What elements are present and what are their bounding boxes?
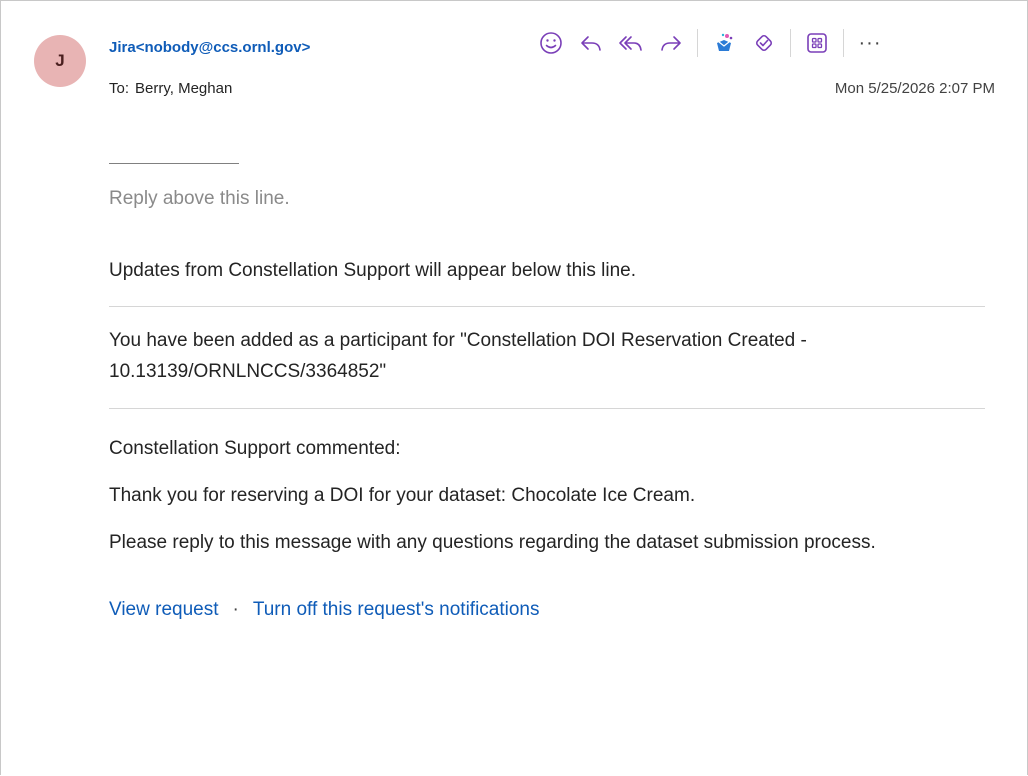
reply-separator-line xyxy=(109,163,239,164)
forward-icon xyxy=(661,36,681,51)
copilot-icon xyxy=(717,33,733,51)
turn-off-notifications-link[interactable]: Turn off this request's notifications xyxy=(253,599,540,620)
more-actions-button[interactable]: ··· xyxy=(850,23,890,63)
recipient-name[interactable]: Berry, Meghan xyxy=(135,80,232,97)
apps-button[interactable] xyxy=(797,23,837,63)
reply-all-button[interactable] xyxy=(611,23,651,63)
message-body: Reply above this line. Updates from Cons… xyxy=(109,141,985,621)
reply-button[interactable] xyxy=(571,23,611,63)
divider xyxy=(109,306,985,307)
sender-name[interactable]: Jira<nobody@ccs.ornl.gov> xyxy=(109,39,310,56)
commented-label: Constellation Support commented: xyxy=(109,438,401,459)
loop-icon xyxy=(755,34,773,52)
reply-icon xyxy=(581,36,601,51)
participant-message: You have been added as a participant for… xyxy=(109,330,807,382)
please-reply-message: Please reply to this message with any qu… xyxy=(109,532,876,553)
emoji-icon xyxy=(540,32,562,54)
message-toolbar: ··· xyxy=(531,23,890,63)
timestamp: Mon 5/25/2026 2:07 PM xyxy=(834,80,995,97)
to-label: To: xyxy=(109,80,130,97)
avatar[interactable]: J xyxy=(34,35,86,87)
thanks-message: Thank you for reserving a DOI for your d… xyxy=(109,485,696,506)
avatar-initial: J xyxy=(55,51,65,70)
loop-button[interactable] xyxy=(744,23,784,63)
forward-button[interactable] xyxy=(651,23,691,63)
more-icon: ··· xyxy=(858,31,882,54)
apps-icon xyxy=(807,33,827,53)
request-links: View request · Turn off this request's not… xyxy=(109,599,985,621)
toolbar-divider xyxy=(843,29,844,57)
emoji-button[interactable] xyxy=(531,23,571,63)
reply-all-icon xyxy=(619,36,642,51)
toolbar-divider xyxy=(790,29,791,57)
copilot-button[interactable] xyxy=(704,23,744,63)
view-request-link[interactable]: View request xyxy=(109,599,219,620)
updates-notice: Updates from Constellation Support will … xyxy=(109,260,636,281)
recipient-line: To: Berry, Meghan xyxy=(109,80,232,97)
reply-above-text: Reply above this line. xyxy=(109,188,290,209)
divider xyxy=(109,408,985,409)
toolbar-divider xyxy=(697,29,698,57)
link-separator: · xyxy=(232,599,239,620)
email-reading-pane: J Jira<nobody@ccs.ornl.gov> To: Berry, Me… xyxy=(0,0,1028,775)
